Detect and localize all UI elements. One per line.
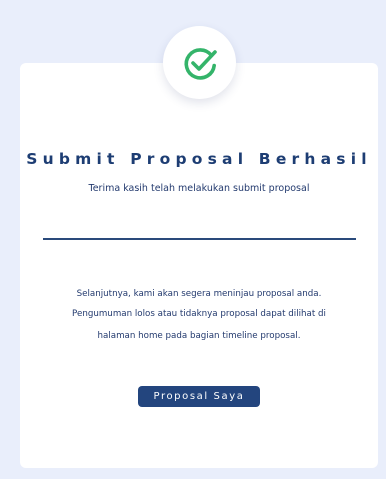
message-line-1: Selanjutnya, kami akan segera meninjau p… bbox=[76, 289, 322, 299]
page-title: Submit Proposal Berhasil bbox=[26, 150, 372, 168]
page-subtitle: Terima kasih telah melakukan submit prop… bbox=[88, 183, 310, 194]
success-badge bbox=[163, 26, 236, 99]
divider bbox=[43, 238, 356, 240]
confirmation-card bbox=[20, 63, 378, 468]
my-proposal-button[interactable]: Proposal Saya bbox=[138, 386, 260, 407]
message-line-2: Pengumuman lolos atau tidaknya proposal … bbox=[72, 309, 326, 319]
check-circle-icon bbox=[184, 47, 217, 80]
message-line-3: halaman home pada bagian timeline propos… bbox=[97, 331, 301, 341]
